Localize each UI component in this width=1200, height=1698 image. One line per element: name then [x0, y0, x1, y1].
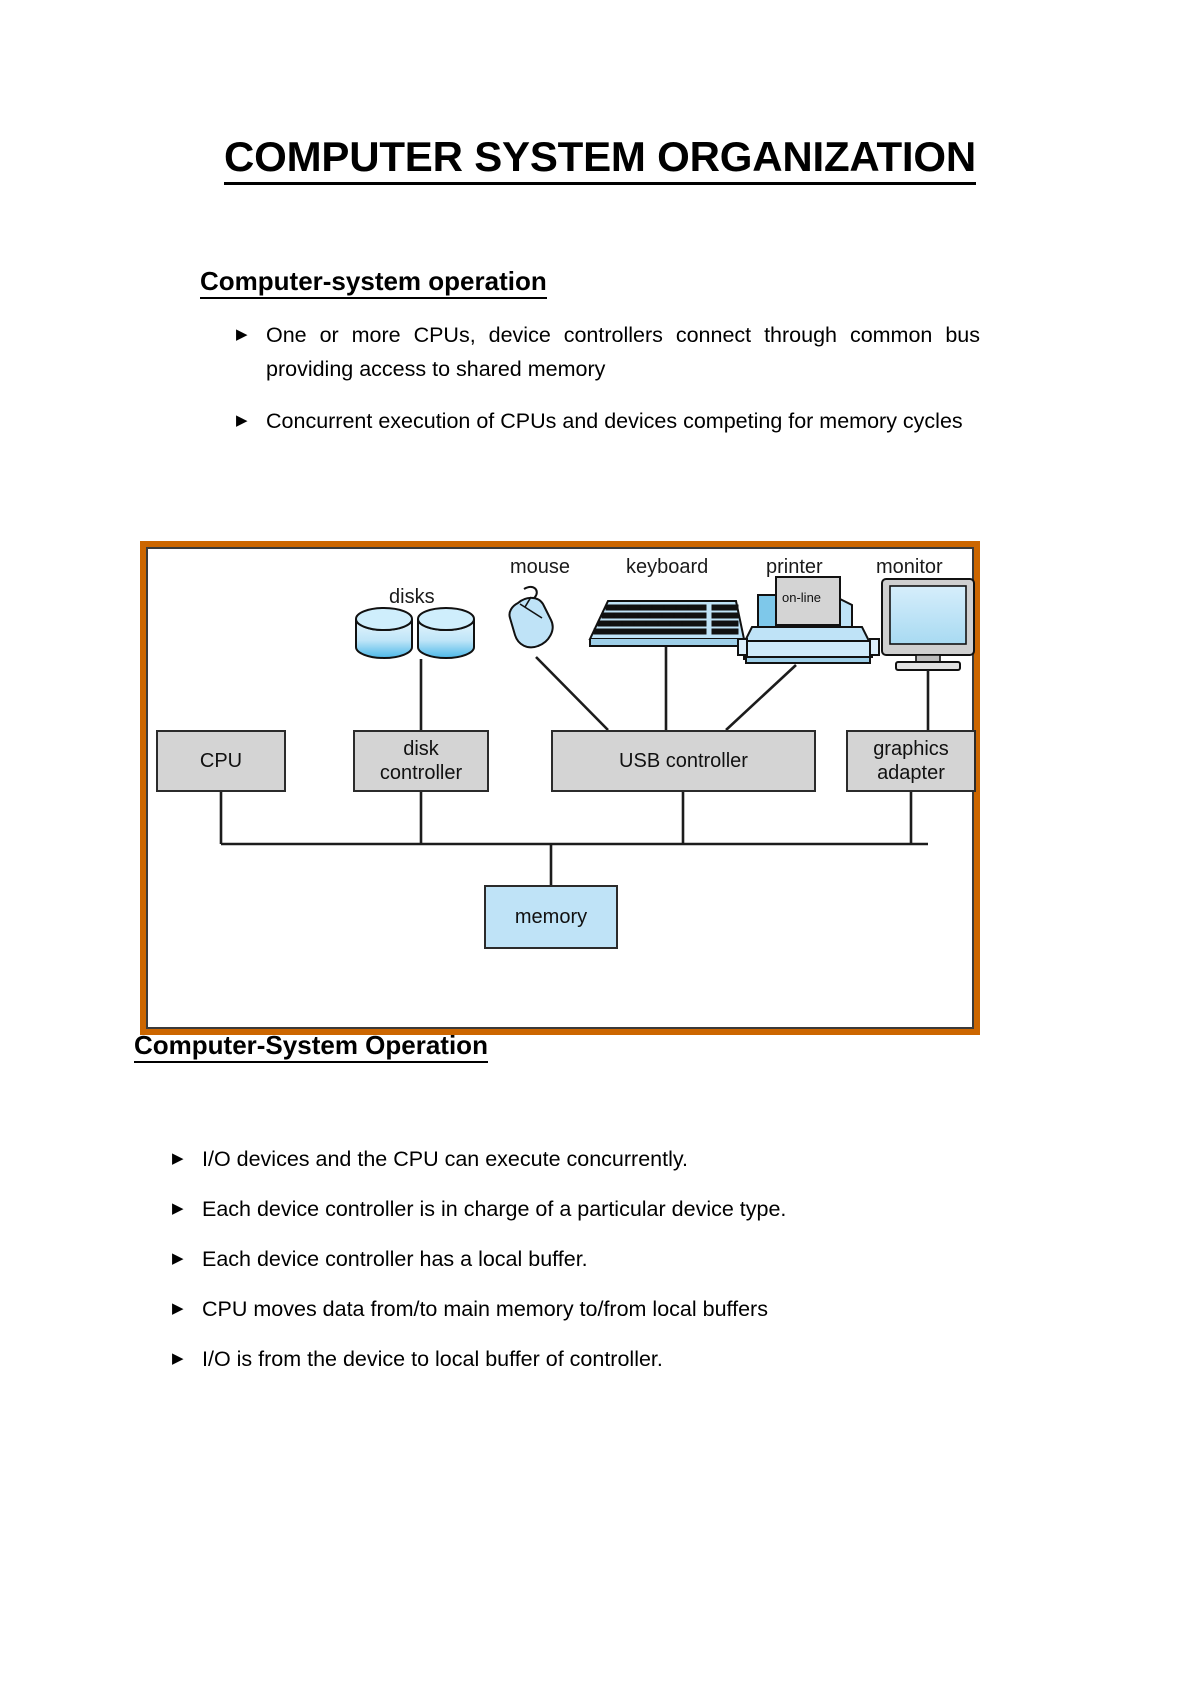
disks-icon [355, 607, 475, 659]
triangle-bullet-icon: ▶ [172, 1300, 184, 1317]
bullet-item: ▶ Each device controller has a local buf… [168, 1242, 928, 1276]
bullet-item: ▶ I/O devices and the CPU can execute co… [168, 1142, 928, 1176]
printer-online-label: on-line [782, 590, 822, 605]
section-heading-computer-system-operation-2: Computer-System Operation [134, 1030, 488, 1063]
triangle-bullet-icon: ▶ [172, 1250, 184, 1267]
box-memory-label: memory [514, 906, 588, 928]
figure-canvas: disks mouse keyboard printer monitor on-… [146, 547, 976, 1029]
document-page: COMPUTER SYSTEM ORGANIZATION Computer-sy… [0, 0, 1200, 1698]
box-disk-controller-line1: disk [403, 738, 439, 760]
page-title-text: COMPUTER SYSTEM ORGANIZATION [224, 133, 976, 185]
box-cpu-label: CPU [199, 750, 243, 772]
figure-artwork [219, 576, 975, 885]
bullet-text: Concurrent execution of CPUs and devices… [266, 409, 963, 433]
box-disk-controller: disk controller [353, 730, 489, 792]
triangle-bullet-icon: ▶ [236, 326, 248, 343]
bullet-item: ▶ Concurrent execution of CPUs and devic… [232, 404, 980, 438]
bullet-text: Each device controller is in charge of a… [202, 1197, 787, 1221]
page-title: COMPUTER SYSTEM ORGANIZATION [0, 133, 1200, 185]
bullet-list-bottom: ▶ I/O devices and the CPU can execute co… [168, 1142, 928, 1392]
box-usb-controller-label: USB controller [619, 750, 748, 772]
mouse-icon [508, 585, 554, 649]
triangle-bullet-icon: ▶ [172, 1200, 184, 1217]
section-heading-computer-system-operation: Computer-system operation [200, 266, 547, 299]
bullet-text: I/O devices and the CPU can execute conc… [202, 1147, 688, 1171]
box-disk-controller-label: disk controller [380, 737, 462, 785]
bullet-text: One or more CPUs, device controllers con… [266, 323, 980, 381]
box-graphics-adapter-line2: adapter [877, 762, 945, 784]
box-graphics-adapter-label: graphics adapter [873, 737, 949, 785]
box-graphics-adapter-line1: graphics [873, 738, 949, 760]
section-heading-1-text: Computer-system operation [200, 266, 547, 299]
bullet-text: I/O is from the device to local buffer o… [202, 1347, 663, 1371]
triangle-bullet-icon: ▶ [236, 412, 248, 429]
bullet-item: ▶ Each device controller is in charge of… [168, 1192, 928, 1226]
box-cpu: CPU [156, 730, 286, 792]
triangle-bullet-icon: ▶ [172, 1150, 184, 1167]
box-disk-controller-line2: controller [379, 762, 463, 784]
computer-system-organization-figure: disks mouse keyboard printer monitor on-… [140, 541, 980, 1035]
bullet-item: ▶ CPU moves data from/to main memory to/… [168, 1292, 928, 1326]
bullet-text: CPU moves data from/to main memory to/fr… [202, 1297, 768, 1321]
box-usb-controller: USB controller [551, 730, 816, 792]
keyboard-icon [588, 600, 746, 647]
bullet-text: Each device controller has a local buffe… [202, 1247, 588, 1271]
box-memory: memory [484, 885, 618, 949]
bullet-list-top: ▶ One or more CPUs, device controllers c… [232, 318, 980, 456]
bullet-item: ▶ I/O is from the device to local buffer… [168, 1342, 928, 1376]
triangle-bullet-icon: ▶ [172, 1350, 184, 1367]
bullet-item: ▶ One or more CPUs, device controllers c… [232, 318, 980, 386]
section-heading-2-text: Computer-System Operation [134, 1030, 488, 1063]
box-graphics-adapter: graphics adapter [846, 730, 976, 792]
monitor-icon [881, 578, 975, 671]
